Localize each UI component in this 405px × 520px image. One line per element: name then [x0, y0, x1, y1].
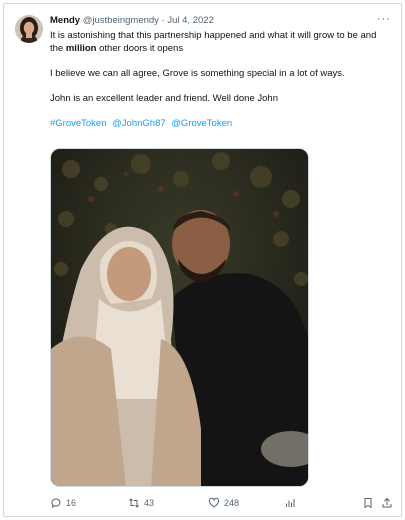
header-separator: · — [161, 15, 165, 26]
more-options-icon[interactable]: ··· — [377, 13, 391, 25]
tweet-paragraph-1: It is astonishing that this partnership … — [50, 30, 389, 55]
reply-button[interactable]: 16 — [50, 497, 76, 509]
heart-icon — [208, 497, 220, 508]
retweet-icon — [129, 498, 139, 508]
retweet-count: 43 — [144, 498, 155, 508]
photo-image — [51, 149, 308, 486]
author-name[interactable]: Mendy — [50, 15, 80, 26]
author-handle[interactable]: @justbeingmendy — [83, 15, 159, 26]
tweet-paragraph-3: John is an excellent leader and friend. … — [50, 92, 278, 104]
tweet-tags: #GroveToken @JohnGh87 @GroveToken — [50, 118, 389, 131]
tweet-paragraph-2: I believe we can all agree, Grove is som… — [50, 67, 345, 79]
like-count: 248 — [224, 498, 240, 508]
share-button[interactable] — [381, 497, 393, 509]
tweet-text: It is astonishing that this partnership … — [50, 30, 389, 143]
tweet-card[interactable]: Mendy @justbeingmendy · Jul 4, 2022 ··· … — [3, 3, 402, 517]
mention-link[interactable]: @JohnGh87 — [112, 118, 165, 129]
tweet-header: Mendy @justbeingmendy · Jul 4, 2022 — [50, 15, 371, 29]
reply-icon — [51, 498, 61, 509]
reply-count: 16 — [66, 498, 77, 508]
avatar-image — [15, 15, 43, 43]
paragraph-1-end: other doors it opens — [96, 42, 184, 54]
paragraph-1-bold-word: million — [65, 42, 97, 54]
avatar[interactable] — [15, 15, 43, 43]
tweet-actions: 16 43 248 — [50, 497, 392, 513]
mention-link[interactable]: @GroveToken — [171, 118, 232, 129]
views-button[interactable] — [284, 497, 296, 509]
tweet-photo[interactable] — [50, 148, 309, 487]
tweet-date[interactable]: Jul 4, 2022 — [167, 15, 213, 26]
hashtag-link[interactable]: #GroveToken — [50, 118, 107, 129]
share-icon — [382, 497, 392, 508]
bookmark-button[interactable] — [362, 497, 374, 509]
bookmark-icon — [364, 498, 372, 509]
like-button[interactable]: 248 — [208, 497, 239, 509]
analytics-icon — [286, 499, 295, 507]
retweet-button[interactable]: 43 — [128, 497, 154, 509]
